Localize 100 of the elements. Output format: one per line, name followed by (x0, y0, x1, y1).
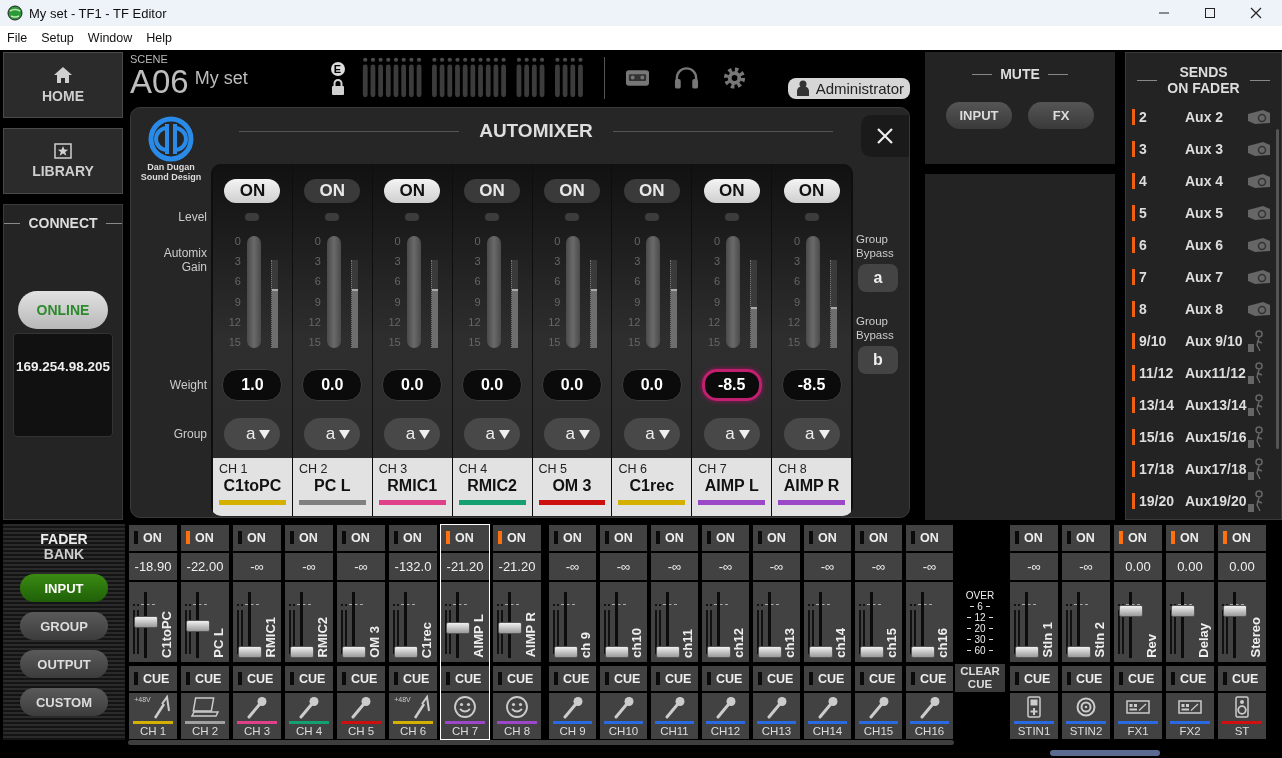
on-button[interactable]: ON (224, 179, 281, 203)
on-button[interactable]: ON (181, 525, 229, 551)
cue-button[interactable]: CUE (600, 665, 647, 692)
fader-handle[interactable] (238, 645, 262, 658)
fader-handle[interactable] (656, 645, 680, 658)
close-icon[interactable] (861, 115, 909, 157)
weight-field[interactable]: -8.5 (781, 369, 842, 401)
bank-button[interactable]: CUSTOM (20, 688, 108, 716)
weight-field[interactable]: 0.0 (302, 369, 363, 401)
fader-handle[interactable] (134, 616, 158, 629)
fader-handle[interactable] (186, 620, 210, 633)
mute-button[interactable]: INPUT (946, 102, 1012, 129)
send-row[interactable]: 5 Aux 5 (1132, 197, 1272, 229)
user-button[interactable]: Administrator (787, 77, 910, 99)
weight-field[interactable]: 0.0 (621, 369, 682, 401)
bypass-button[interactable]: b (858, 346, 898, 374)
weight-field[interactable]: -8.5 (701, 369, 762, 401)
on-button[interactable]: ON (702, 525, 749, 551)
nav-button[interactable]: HOME (3, 52, 123, 118)
weight-field[interactable]: 0.0 (541, 369, 602, 401)
cue-button[interactable]: CUE (906, 665, 953, 692)
cue-button[interactable]: CUE (337, 665, 385, 692)
close-icon[interactable] (1250, 7, 1262, 19)
group-dropdown[interactable]: a (703, 418, 760, 450)
on-button[interactable]: ON (1010, 525, 1058, 551)
cue-button[interactable]: CUE (285, 665, 333, 692)
weight-field[interactable]: 0.0 (382, 369, 443, 401)
scene-name[interactable]: My set (194, 67, 248, 89)
bypass-button[interactable]: a (858, 264, 898, 292)
group-dropdown[interactable]: a (304, 418, 361, 450)
on-button[interactable]: ON (651, 525, 698, 551)
menu-item[interactable]: Setup (41, 31, 74, 45)
fader-handle[interactable] (498, 621, 522, 634)
on-button[interactable]: ON (389, 525, 437, 551)
cue-button[interactable]: CUE (1062, 665, 1110, 692)
scrollbar[interactable] (1276, 129, 1279, 449)
cue-button[interactable]: CUE (1218, 665, 1266, 692)
cue-button[interactable]: CUE (1166, 665, 1214, 692)
on-button[interactable]: ON (337, 525, 385, 551)
fader-handle[interactable] (707, 645, 731, 658)
fader-handle[interactable] (1015, 645, 1039, 658)
on-button[interactable]: ON (783, 179, 840, 203)
on-button[interactable]: ON (493, 525, 541, 551)
fader-handle[interactable] (605, 645, 629, 658)
cue-button[interactable]: CUE (804, 665, 851, 692)
fader-handle[interactable] (1223, 605, 1247, 618)
cue-button[interactable]: CUE (651, 665, 698, 692)
fader-handle[interactable] (342, 645, 366, 658)
cue-button[interactable]: CUE (441, 665, 489, 692)
fader-handle[interactable] (554, 645, 578, 658)
bank-button[interactable]: INPUT (20, 574, 108, 602)
send-row[interactable]: 6 Aux 6 (1132, 229, 1272, 261)
send-row[interactable]: 9/10 Aux 9/10 (1132, 325, 1272, 357)
cue-button[interactable]: CUE (1114, 665, 1162, 692)
send-row[interactable]: 17/18 Aux17/18 (1132, 453, 1272, 485)
on-button[interactable]: ON (285, 525, 333, 551)
on-button[interactable]: ON (129, 525, 177, 551)
cue-button[interactable]: CUE (702, 665, 749, 692)
on-button[interactable]: ON (441, 525, 489, 551)
cue-button[interactable]: CUE (753, 665, 800, 692)
bank-button[interactable]: GROUP (20, 612, 108, 640)
on-button[interactable]: ON (1062, 525, 1110, 551)
scrollbar[interactable] (1050, 750, 1160, 756)
send-row[interactable]: 4 Aux 4 (1132, 165, 1272, 197)
fader-handle[interactable] (809, 645, 833, 658)
menu-item[interactable]: Window (87, 31, 133, 45)
on-button[interactable]: ON (623, 179, 680, 203)
on-button[interactable]: ON (384, 179, 441, 203)
group-dropdown[interactable]: a (543, 418, 600, 450)
send-row[interactable]: 2 Aux 2 (1132, 101, 1272, 133)
on-button[interactable]: ON (804, 525, 851, 551)
fader-handle[interactable] (911, 645, 935, 658)
scene-number[interactable]: A06 (130, 64, 189, 99)
menu-item[interactable]: Help (146, 31, 172, 45)
group-dropdown[interactable]: a (384, 418, 441, 450)
on-button[interactable]: ON (906, 525, 953, 551)
fader-handle[interactable] (860, 645, 884, 658)
send-row[interactable]: 19/20 Aux19/20 (1132, 485, 1272, 517)
on-button[interactable]: ON (1114, 525, 1162, 551)
send-row[interactable]: 11/12 Aux11/12 (1132, 357, 1272, 389)
on-button[interactable]: ON (855, 525, 902, 551)
group-dropdown[interactable]: a (783, 418, 840, 450)
send-row[interactable]: 13/14 Aux13/14 (1132, 389, 1272, 421)
send-row[interactable]: 7 Aux 7 (1132, 261, 1272, 293)
scrollbar[interactable] (128, 740, 954, 745)
recorder-icon[interactable] (624, 69, 650, 87)
maximize-icon[interactable] (1204, 7, 1216, 19)
on-button[interactable]: ON (1218, 525, 1266, 551)
fader-handle[interactable] (1067, 645, 1091, 658)
group-dropdown[interactable]: a (623, 418, 680, 450)
cue-button[interactable]: CUE (233, 665, 281, 692)
on-button[interactable]: ON (549, 525, 596, 551)
on-button[interactable]: ON (600, 525, 647, 551)
cue-button[interactable]: CUE (855, 665, 902, 692)
cue-button[interactable]: CUE (493, 665, 541, 692)
fader-handle[interactable] (1119, 605, 1143, 618)
weight-field[interactable]: 1.0 (222, 369, 283, 401)
clear-cue-button[interactable]: CLEAR CUE (955, 664, 1005, 692)
on-button[interactable]: ON (464, 179, 521, 203)
menu-item[interactable]: File (7, 31, 28, 45)
